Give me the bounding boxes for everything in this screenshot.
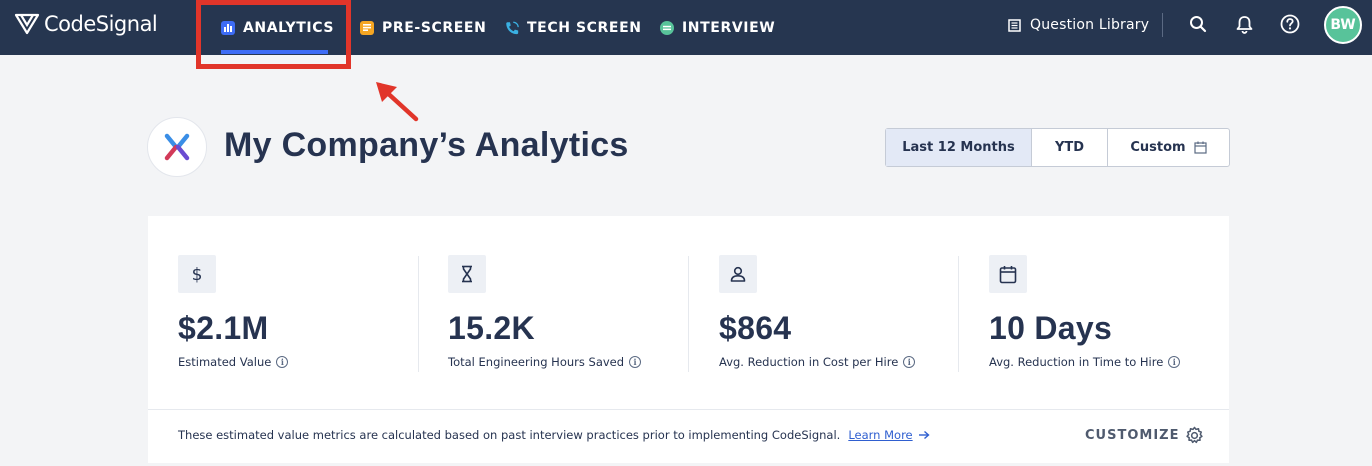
nav-tab-pre-screen[interactable]: PRE-SCREEN bbox=[360, 0, 486, 55]
metric-estimated-value: $ $2.1M Estimated Value i bbox=[178, 255, 289, 369]
calendar-small-icon bbox=[1194, 141, 1207, 154]
metric-label: Avg. Reduction in Time to Hire bbox=[989, 355, 1164, 369]
info-icon[interactable]: i bbox=[903, 356, 916, 368]
metric-divider bbox=[958, 256, 959, 372]
nav-tab-tech-screen[interactable]: TECH SCREEN bbox=[505, 0, 642, 55]
brand-name: CodeSignal bbox=[44, 12, 158, 36]
metric-cost-per-hire: $864 Avg. Reduction in Cost per Hire i bbox=[719, 255, 916, 369]
nav-tab-label: INTERVIEW bbox=[682, 19, 776, 36]
page-title: My Company’s Analytics bbox=[224, 126, 629, 164]
metric-label-row: Estimated Value i bbox=[178, 355, 289, 369]
customize-label: CUSTOMIZE bbox=[1085, 428, 1180, 443]
metric-value: $864 bbox=[719, 310, 792, 346]
annotation-arrow-icon bbox=[376, 82, 419, 122]
range-custom-button[interactable]: Custom bbox=[1108, 129, 1229, 166]
customize-button[interactable]: CUSTOMIZE bbox=[1085, 426, 1204, 445]
arrow-right-icon bbox=[918, 430, 930, 440]
note-icon bbox=[360, 20, 374, 35]
range-last-12-months-button[interactable]: Last 12 Months bbox=[886, 129, 1032, 166]
calendar-icon bbox=[989, 255, 1027, 293]
svg-text:$: $ bbox=[192, 265, 203, 284]
chat-icon bbox=[660, 20, 674, 35]
annotation-highlight-box bbox=[196, 0, 351, 69]
dollar-icon: $ bbox=[178, 255, 216, 293]
metrics-card: $ $2.1M Estimated Value i 15.2K Total En… bbox=[148, 216, 1229, 463]
metrics-footnote: These estimated value metrics are calcul… bbox=[178, 428, 930, 442]
info-icon[interactable]: i bbox=[276, 356, 289, 368]
topbar-divider bbox=[1162, 13, 1163, 37]
metric-label: Avg. Reduction in Cost per Hire bbox=[719, 355, 899, 369]
phone-icon bbox=[505, 21, 519, 35]
info-icon[interactable]: i bbox=[629, 356, 642, 368]
company-logo bbox=[147, 117, 207, 177]
metric-label-row: Avg. Reduction in Time to Hire i bbox=[989, 355, 1181, 369]
card-divider bbox=[148, 409, 1229, 410]
date-range-selector: Last 12 Months YTD Custom bbox=[885, 128, 1230, 167]
range-ytd-button[interactable]: YTD bbox=[1032, 129, 1108, 166]
metric-label-row: Total Engineering Hours Saved i bbox=[448, 355, 642, 369]
info-icon[interactable]: i bbox=[1168, 356, 1181, 368]
metric-time-to-hire: 10 Days Avg. Reduction in Time to Hire i bbox=[989, 255, 1181, 369]
metric-value: 15.2K bbox=[448, 310, 535, 346]
nav-tab-label: TECH SCREEN bbox=[527, 19, 642, 36]
learn-more-label: Learn More bbox=[848, 428, 913, 442]
gear-icon bbox=[1186, 426, 1204, 444]
metric-label: Total Engineering Hours Saved bbox=[448, 355, 625, 369]
company-x-logo-icon bbox=[164, 133, 190, 161]
book-icon bbox=[1008, 18, 1021, 32]
codesignal-logo[interactable]: CodeSignal bbox=[14, 12, 158, 36]
person-icon bbox=[719, 255, 757, 293]
codesignal-mark-icon bbox=[14, 13, 40, 35]
footnote-text: These estimated value metrics are calcul… bbox=[178, 428, 841, 442]
range-custom-label: Custom bbox=[1130, 140, 1186, 155]
metric-divider bbox=[688, 256, 689, 372]
question-library-label: Question Library bbox=[1030, 17, 1150, 33]
nav-tab-label: PRE-SCREEN bbox=[382, 19, 487, 36]
metric-label: Estimated Value bbox=[178, 355, 272, 369]
metric-label-row: Avg. Reduction in Cost per Hire i bbox=[719, 355, 916, 369]
learn-more-link[interactable]: Learn More bbox=[848, 428, 930, 442]
question-library-link[interactable]: Question Library bbox=[1008, 0, 1149, 50]
metric-engineering-hours: 15.2K Total Engineering Hours Saved i bbox=[448, 255, 642, 369]
bell-icon[interactable] bbox=[1232, 12, 1256, 36]
metric-value: $2.1M bbox=[178, 310, 269, 346]
metric-value: 10 Days bbox=[989, 310, 1113, 346]
search-icon[interactable] bbox=[1186, 12, 1210, 36]
metric-divider bbox=[418, 256, 419, 372]
help-icon[interactable] bbox=[1278, 12, 1302, 36]
hourglass-icon bbox=[448, 255, 486, 293]
nav-tab-interview[interactable]: INTERVIEW bbox=[660, 0, 775, 55]
user-avatar[interactable]: BW bbox=[1324, 6, 1362, 44]
